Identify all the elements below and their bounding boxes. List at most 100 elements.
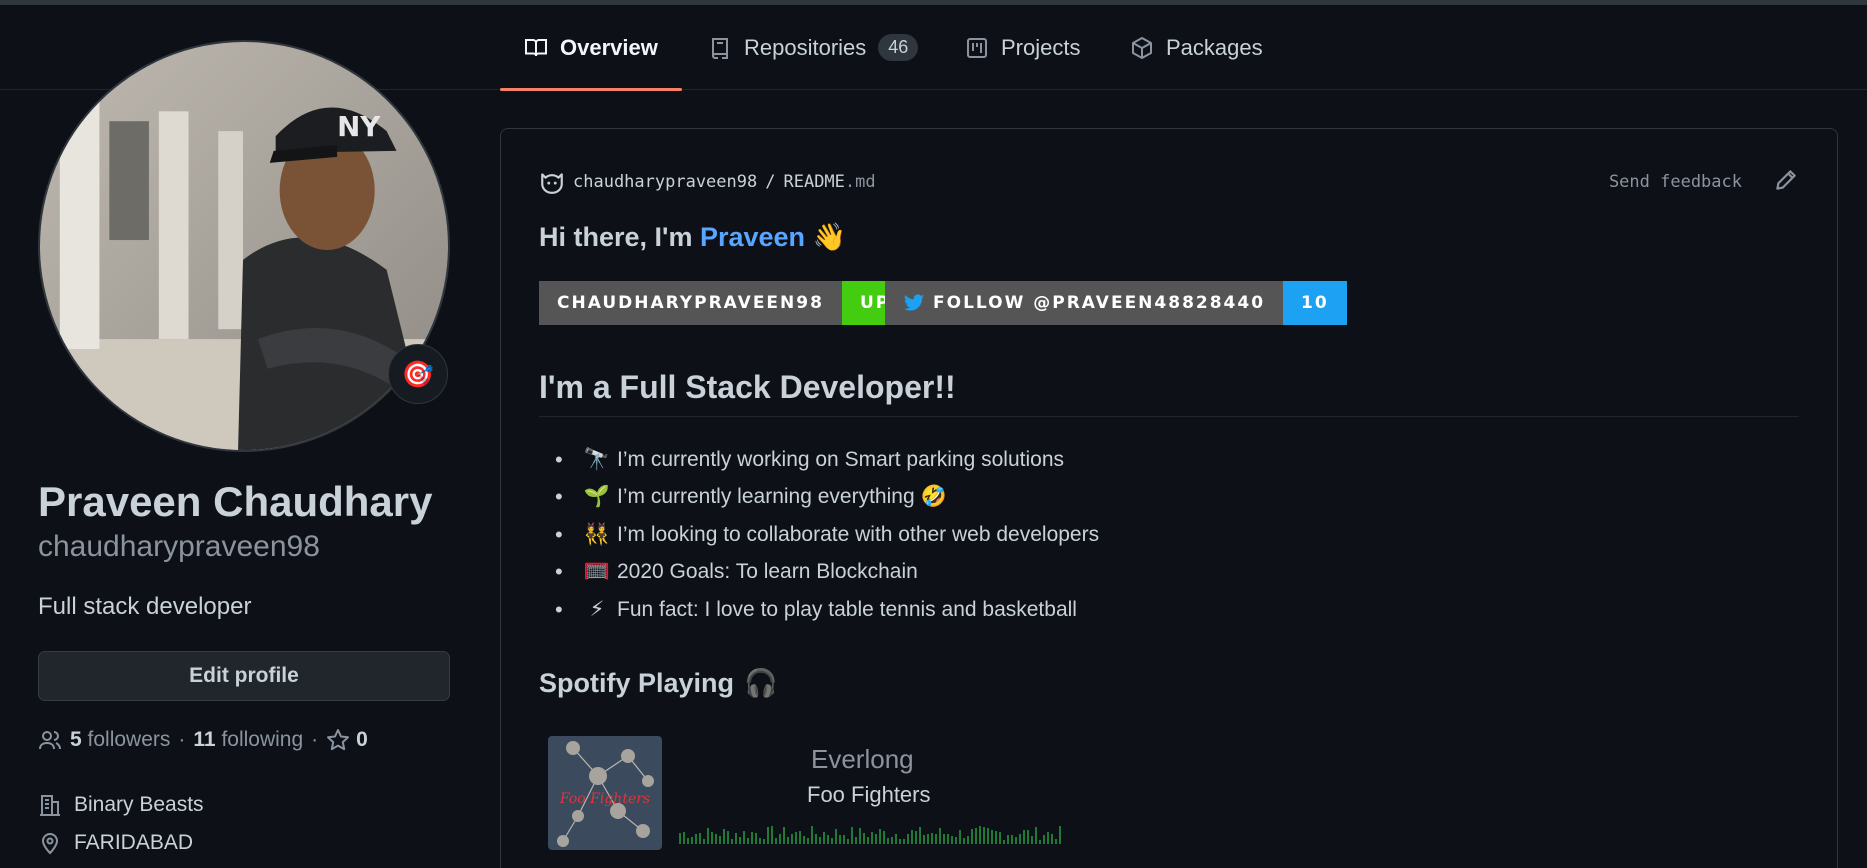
list-item-text: I’m currently learning everything 🤣 [617, 485, 947, 509]
visualizer-bar [1035, 827, 1037, 844]
visualizer-bar [923, 835, 925, 844]
visualizer-bar [875, 834, 877, 844]
visualizer-bar [911, 830, 913, 844]
headphones-icon: 🎧 [744, 668, 778, 698]
organization-row: Binary Beasts [38, 793, 204, 817]
status-emoji-button[interactable]: 🎯 [388, 344, 448, 404]
visualizer-bar [903, 839, 905, 844]
visualizer-bar [855, 837, 857, 844]
visualizer-bar [867, 837, 869, 844]
visualizer-bar [919, 827, 921, 844]
visualizer-bar [951, 836, 953, 844]
tab-packages[interactable]: Packages [1130, 5, 1263, 90]
visualizer-bar [947, 834, 949, 844]
followers-link[interactable]: 5 followers [70, 728, 170, 752]
repo-icon [712, 37, 728, 59]
visualizer-bar [1059, 826, 1061, 844]
album-cover[interactable]: Foo Fighters [548, 736, 662, 850]
visualizer-bar [683, 832, 685, 844]
separator: · [178, 728, 186, 751]
path-separator: / [765, 172, 776, 192]
visualizer-bar [719, 836, 721, 844]
list-item-emoji: 🔭 [583, 447, 611, 471]
readme-file-link[interactable]: README.md [783, 172, 875, 192]
visualizer-bar [871, 832, 873, 844]
visualizer-bar [939, 828, 941, 844]
following-count: 11 [193, 728, 216, 751]
visualizer-bar [775, 838, 777, 844]
visualizer-bar [1043, 835, 1045, 844]
visualizer-bar [975, 828, 977, 844]
visualizer-bar [1031, 836, 1033, 844]
avatar[interactable]: NY [38, 40, 450, 452]
svg-text:NY: NY [337, 110, 381, 143]
visualizer-bar [783, 827, 785, 844]
readme-file-base: README [783, 172, 845, 192]
location-row: FARIDABAD [38, 831, 193, 855]
visualizer-bar [843, 835, 845, 844]
following-link[interactable]: 11 following [193, 728, 303, 752]
visualizer-bar [747, 838, 749, 844]
visualizer-bar [931, 833, 933, 844]
list-item: ⚡ Fun fact: I love to play table tennis a… [539, 591, 1099, 629]
tab-repositories[interactable]: Repositories 46 [708, 5, 919, 90]
stars-link[interactable]: 0 [326, 728, 368, 752]
visualizer-bar [991, 830, 993, 844]
badge-twitter-value: 10 [1283, 281, 1347, 325]
visualizer-bar [827, 835, 829, 844]
visualizer-bar [959, 830, 961, 844]
visualizer-bar [743, 831, 745, 844]
star-icon [327, 729, 350, 751]
greeting-prefix: Hi there, I'm [539, 222, 700, 252]
tab-projects[interactable]: Projects [965, 5, 1080, 90]
visualizer-bar [799, 831, 801, 844]
readme-list: 🔭I’m currently working on Smart parking … [539, 441, 1099, 629]
badge-twitter-label: FOLLOW @PRAVEEN48828440 [933, 293, 1266, 313]
visualizer-bar [927, 834, 929, 844]
tab-overview[interactable]: Overview [500, 5, 682, 91]
visualizer-bar [883, 831, 885, 844]
visualizer-bar [851, 827, 853, 844]
visualizer-bar [935, 834, 937, 844]
wave-icon: 👋 [812, 222, 847, 252]
visualizer-bar [751, 832, 753, 844]
list-item: 🥅2020 Goals: To learn Blockchain [539, 554, 1099, 592]
edit-profile-button[interactable]: Edit profile [38, 651, 450, 701]
list-item-emoji: 👯 [583, 522, 611, 546]
profile-full-name: Praveen Chaudhary [38, 478, 433, 525]
package-icon [1132, 36, 1152, 59]
location-name: FARIDABAD [74, 831, 194, 854]
visualizer-bar [803, 836, 805, 844]
list-item-emoji: ⚡ [589, 598, 605, 622]
visualizer-bar [1007, 835, 1009, 844]
profile-username: chaudharypraveen98 [38, 530, 320, 563]
pencil-icon[interactable] [1773, 167, 1799, 193]
target-icon: 🎯 [401, 358, 435, 389]
people-icon [39, 731, 61, 750]
visualizer-bar [915, 831, 917, 844]
send-feedback-link[interactable]: Send feedback [1609, 172, 1742, 192]
badge-profile-label: CHAUDHARYPRAVEEN98 [539, 281, 842, 325]
visualizer-bar [1023, 830, 1025, 844]
project-icon [967, 37, 987, 58]
profile-views-badge[interactable]: CHAUDHARYPRAVEEN98 UP [539, 281, 909, 325]
visualizer-bar [963, 838, 965, 844]
list-item-text: I’m currently working on Smart parking s… [617, 447, 1065, 471]
tab-packages-label: Packages [1166, 34, 1263, 60]
profile-bio: Full stack developer [38, 593, 252, 620]
organization-name: Binary Beasts [74, 793, 204, 816]
readme-owner-link[interactable]: chaudharypraveen98 [573, 172, 757, 192]
album-cover-text: Foo Fighters [559, 791, 650, 807]
visualizer-bar [695, 834, 697, 844]
twitter-follow-badge[interactable]: FOLLOW @PRAVEEN48828440 10 [885, 281, 1347, 325]
visualizer-bar [735, 833, 737, 844]
visualizer-bar [995, 831, 997, 844]
visualizer-bar [971, 829, 973, 844]
visualizer-bar [879, 829, 881, 844]
visualizer-bar [771, 826, 773, 844]
visualizer-bar [967, 836, 969, 844]
visualizer-bar [943, 834, 945, 844]
twitter-icon [903, 294, 925, 311]
follow-stats: 5 followers · 11 following · 0 [38, 728, 368, 752]
octocat-icon [541, 173, 563, 194]
